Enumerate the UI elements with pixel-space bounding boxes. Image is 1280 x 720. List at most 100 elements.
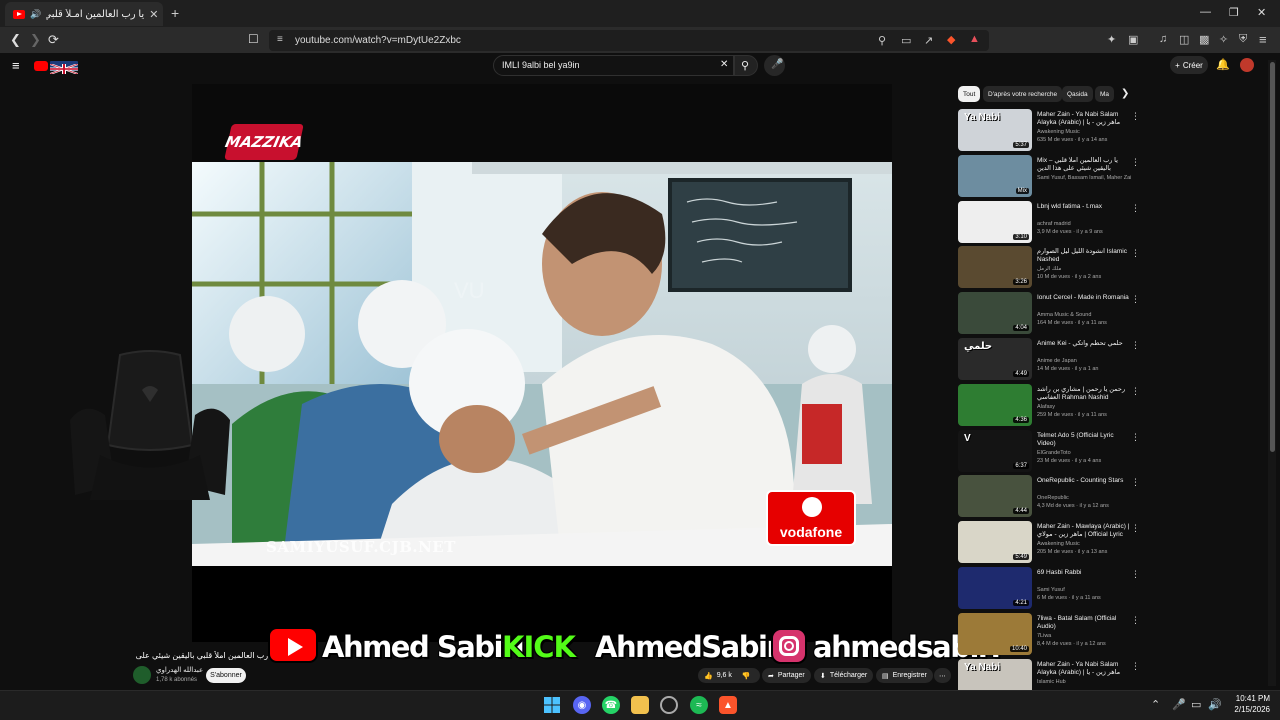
tab-search-icon[interactable]: ▣ <box>1128 33 1138 46</box>
volume-icon[interactable]: 🔊 <box>1208 698 1222 711</box>
brave-rewards-icon[interactable]: ▲ <box>969 33 980 45</box>
recommendation-menu-icon[interactable]: ⋮ <box>1131 386 1140 397</box>
recommendation-channel[interactable]: OneRepublic <box>1037 495 1131 501</box>
scrollbar-thumb[interactable] <box>1270 62 1275 452</box>
recommendation-channel[interactable]: 7Liwa <box>1037 633 1131 639</box>
file-explorer-icon[interactable] <box>631 696 649 714</box>
spotify-icon[interactable]: ≈ <box>690 696 708 714</box>
recommendation-menu-icon[interactable]: ⋮ <box>1131 111 1140 122</box>
recommendation-thumbnail[interactable]: 3:10 <box>958 200 1032 243</box>
cast-icon[interactable]: ▭ <box>901 34 911 47</box>
extensions-icon[interactable]: ✦ <box>1107 33 1116 46</box>
clear-search-icon[interactable]: ✕ <box>720 59 728 70</box>
chip-more[interactable]: Ma <box>1095 86 1115 102</box>
recommendation-thumbnail[interactable]: 10:40 <box>958 612 1032 655</box>
brave-shields-icon[interactable]: ◆ <box>947 33 955 46</box>
recommendation-title[interactable]: Ionut Cercel - Made in Romania <box>1037 294 1131 302</box>
recommendation-item[interactable]: 4:44 OneRepublic - Counting Stars OneRepub… <box>957 475 1267 519</box>
notifications-bell-icon[interactable]: 🔔 <box>1216 58 1230 71</box>
recommendation-channel[interactable]: Awakening Music <box>1037 541 1131 547</box>
recommendation-item[interactable]: V 6:37 Telmet Ado 5 (Official Lyric Video)… <box>957 429 1267 474</box>
leo-ai-icon[interactable]: ✧ <box>1219 33 1228 46</box>
reload-button[interactable]: ⟳ <box>48 32 59 48</box>
brave-browser-icon[interactable]: ▲ <box>719 696 737 714</box>
download-button[interactable]: ⬇ Télécharger <box>814 668 874 683</box>
dislike-icon[interactable]: 👎 <box>742 672 751 680</box>
minimize-button[interactable]: — <box>1200 6 1211 18</box>
recommendation-item[interactable]: 3:10 Lbnj wld fatima - t.max achraf madrid… <box>957 200 1267 245</box>
channel-avatar[interactable] <box>133 666 151 684</box>
recommendation-menu-icon[interactable]: ⋮ <box>1131 157 1140 168</box>
vpn-shield-icon[interactable]: ⛨ <box>1239 33 1247 46</box>
recommendation-item[interactable]: Mix Mix – يا رب العالمين املأ قلبي باليقي… <box>957 154 1267 199</box>
recommendation-thumbnail[interactable]: 4:44 <box>958 475 1032 518</box>
recommendation-item[interactable]: 10:40 7liwa - Batal Salam (Official Audio… <box>957 612 1267 657</box>
channel-name[interactable]: عبدالله الهدراوي <box>156 666 203 674</box>
recommendation-menu-icon[interactable]: ⋮ <box>1131 477 1140 488</box>
address-bar[interactable]: ≡ youtube.com/watch?v=mDytUe2Zxbc ⚲ ▭ ↗ … <box>269 30 989 51</box>
save-button[interactable]: ▤ Enregistrer <box>876 668 933 683</box>
recommendation-channel[interactable]: Anime de Japan <box>1037 358 1131 364</box>
recommendation-thumbnail[interactable]: 4:21 <box>958 567 1032 609</box>
start-button[interactable] <box>543 696 561 714</box>
recommendation-thumbnail[interactable]: 4:04 <box>958 292 1032 335</box>
recommendation-title[interactable]: OneRepublic - Counting Stars <box>1037 477 1131 485</box>
discord-icon[interactable]: ◉ <box>573 696 591 714</box>
like-dislike-group[interactable]: 👍 9,6 k 👎 <box>698 668 760 683</box>
wallet-icon[interactable]: ▩ <box>1199 33 1209 46</box>
recommendation-channel[interactable]: Amma Music & Sound <box>1037 312 1131 318</box>
recommendation-thumbnail[interactable]: Ya Nabi 5:37 <box>958 109 1032 151</box>
search-input[interactable]: IMLI 9albi bel ya9in ✕ <box>493 55 734 76</box>
recommendation-menu-icon[interactable]: ⋮ <box>1131 203 1140 214</box>
recommendation-thumbnail[interactable]: 4:36 <box>958 383 1032 426</box>
obs-icon[interactable] <box>660 696 678 714</box>
recommendation-item[interactable]: Ya Nabi 5:37 Maher Zain - Ya Nabi Salam Al… <box>957 109 1267 153</box>
video-player[interactable]: VU MAZZIKA SAMIYUSUF.CJB.NET vodafone <box>192 84 892 642</box>
recommendation-item[interactable]: 5:49 Maher Zain - Mawlaya (Arabic) | ماهر… <box>957 521 1267 565</box>
recommendation-channel[interactable]: Islamic Hub <box>1037 679 1131 685</box>
speaker-icon[interactable]: 🔊 <box>30 9 41 20</box>
video-frame[interactable]: VU MAZZIKA SAMIYUSUF.CJB.NET vodafone <box>192 84 892 566</box>
recommendation-menu-icon[interactable]: ⋮ <box>1131 432 1140 443</box>
recommendation-title[interactable]: Maher Zain - Ya Nabi Salam Alayka (Arabi… <box>1037 111 1131 127</box>
recommendation-item[interactable]: 4:36 رحمن يا رحمن | مشاري بن راشد العفاسي… <box>957 383 1267 428</box>
subscribe-button[interactable]: S'abonner <box>206 668 246 683</box>
recommendation-title[interactable]: Anime Kei - حلمي تحطم واتكي <box>1037 340 1131 348</box>
recommendation-title[interactable]: Maher Zain - Ya Nabi Salam Alayka (Arabi… <box>1037 661 1131 677</box>
recommendation-title[interactable]: 7liwa - Batal Salam (Official Audio) <box>1037 615 1131 631</box>
system-clock[interactable]: 10:41 PM 2/15/2026 <box>1226 693 1270 715</box>
window-close-button[interactable]: ✕ <box>1257 6 1266 19</box>
recommendation-menu-icon[interactable]: ⋮ <box>1131 569 1140 580</box>
recommendation-thumbnail[interactable]: 3:26 <box>958 246 1032 289</box>
bookmark-icon[interactable]: ☐ <box>248 32 259 46</box>
more-actions-button[interactable]: ⋯ <box>934 668 951 683</box>
like-icon[interactable]: 👍 <box>704 672 713 680</box>
youtube-logo-icon[interactable] <box>34 61 48 71</box>
recommendation-menu-icon[interactable]: ⋮ <box>1131 661 1140 672</box>
hamburger-menu-icon[interactable]: ≡ <box>12 58 20 73</box>
tab-close-icon[interactable]: ✕ <box>149 8 158 21</box>
browser-tab-active[interactable]: 🔊 يا رب العالمين امـلأ قلبي باليقين ✕ <box>5 2 163 26</box>
voice-search-button[interactable]: 🎤 <box>764 55 785 76</box>
chip-all[interactable]: Tout <box>958 86 981 102</box>
tray-overflow-icon[interactable]: ⌃ <box>1151 698 1160 711</box>
recommendation-title[interactable]: 69 Hasbi Rabbi <box>1037 569 1131 577</box>
search-button[interactable]: ⚲ <box>734 55 758 76</box>
recommendation-menu-icon[interactable]: ⋮ <box>1131 248 1140 259</box>
recommendation-channel[interactable]: achraf madrid <box>1037 221 1131 227</box>
chips-next-icon[interactable]: ❯ <box>1121 88 1129 99</box>
chip-related-search[interactable]: D'après votre recherche <box>983 86 1063 102</box>
network-icon[interactable]: ▭ <box>1191 698 1201 711</box>
menu-icon[interactable]: ≡ <box>1259 32 1267 47</box>
new-tab-button[interactable]: + <box>171 5 179 21</box>
recommendation-channel[interactable]: ElGrandeToto <box>1037 450 1131 456</box>
recommendation-item[interactable]: 3:26 أنشودة الليل ليل الصوارم Islamic Nas… <box>957 246 1267 290</box>
recommendation-title[interactable]: Mix – يا رب العالمين املأ قلبي باليقين ش… <box>1037 157 1131 173</box>
recommendation-channel[interactable]: Alafasy <box>1037 404 1131 410</box>
recommendation-title[interactable]: Lbnj wld fatima - t.max <box>1037 203 1131 211</box>
recommendation-item[interactable]: 4:21 69 Hasbi Rabbi Sami Yusuf 6 M de vues … <box>957 567 1267 611</box>
recommendation-menu-icon[interactable]: ⋮ <box>1131 294 1140 305</box>
recommendation-title[interactable]: أنشودة الليل ليل الصوارم Islamic Nashed <box>1037 248 1131 264</box>
recommendation-channel[interactable]: Sami Yusuf, Bassam Ismail, Maher Zain et <box>1037 175 1131 181</box>
recommendation-menu-icon[interactable]: ⋮ <box>1131 615 1140 626</box>
